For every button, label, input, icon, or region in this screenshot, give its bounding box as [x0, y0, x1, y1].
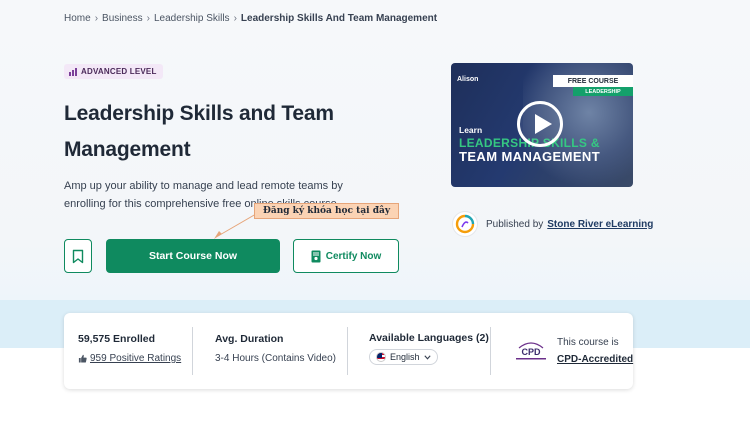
course-video-thumbnail[interactable]: Alison FREE COURSE LEADERSHIP Learn LEAD… [451, 63, 633, 187]
stat-duration: Avg. Duration 3-4 Hours (Contains Video) [215, 313, 336, 389]
cpd-logo: CPD [513, 338, 549, 364]
chevron-right-icon: › [146, 13, 150, 24]
cpd-accredited-link[interactable]: CPD-Accredited [557, 351, 633, 368]
cpd-badge-icon: CPD [516, 342, 546, 360]
level-badge: ADVANCED LEVEL [64, 64, 163, 79]
language-select[interactable]: English [369, 349, 438, 365]
stone-river-logo-icon [455, 214, 475, 234]
alison-logo: Alison [457, 76, 479, 83]
stats-divider [347, 327, 348, 375]
chevron-down-icon [423, 354, 431, 360]
publisher-link[interactable]: Stone River eLearning [547, 219, 653, 230]
language-selected: English [390, 352, 420, 362]
annotation-callout: Đăng ký khóa học tại đây [254, 203, 400, 219]
category-tag: LEADERSHIP [573, 87, 633, 96]
certify-label: Certify Now [325, 250, 382, 262]
enrolled-count: 59,575 Enrolled [78, 333, 156, 345]
breadcrumb-leadership[interactable]: Leadership Skills [154, 13, 230, 24]
thumbs-up-icon [78, 354, 87, 363]
language-select-wrap: English [369, 349, 489, 367]
breadcrumb: Home › Business › Leadership Skills › Le… [64, 13, 437, 24]
breadcrumb-business[interactable]: Business [102, 13, 143, 24]
breadcrumb-home[interactable]: Home [64, 13, 91, 24]
ratings-row: 959 Positive Ratings [78, 353, 181, 364]
chevron-right-icon: › [233, 13, 237, 24]
hero-background [0, 0, 750, 348]
stat-cpd: CPD This course is CPD-Accredited [513, 313, 633, 389]
cpd-prefix: This course is [557, 337, 619, 348]
play-icon[interactable] [517, 101, 563, 147]
publisher: Published by Stone River eLearning [452, 211, 653, 237]
certify-button[interactable]: Certify Now [293, 239, 399, 273]
certificate-icon [311, 250, 321, 262]
stats-divider [192, 327, 193, 375]
thumbnail-learn-text: Learn [459, 125, 483, 135]
duration-title: Avg. Duration [215, 333, 284, 345]
bookmark-icon [72, 249, 84, 263]
level-label: ADVANCED LEVEL [81, 67, 157, 76]
start-course-button[interactable]: Start Course Now [106, 239, 280, 273]
bookmark-button[interactable] [64, 239, 92, 273]
cpd-text: This course is CPD-Accredited [557, 334, 633, 368]
chevron-right-icon: › [94, 13, 99, 24]
uk-flag-icon [376, 352, 386, 362]
free-course-label: FREE COURSE [553, 75, 633, 87]
page-title: Leadership Skills and Team Management [64, 102, 334, 161]
cpd-logo-text: CPD [521, 347, 541, 357]
publisher-prefix: Published by [486, 218, 544, 230]
thumbnail-line-2: TEAM MANAGEMENT [459, 149, 601, 164]
level-bars-icon [69, 67, 77, 76]
course-stats-card: 59,575 Enrolled 959 Positive Ratings Avg… [64, 313, 633, 389]
positive-ratings-link[interactable]: 959 Positive Ratings [90, 353, 181, 364]
stat-languages: Available Languages (2) English [369, 313, 489, 389]
stat-enrolled: 59,575 Enrolled 959 Positive Ratings [78, 313, 181, 389]
duration-value: 3-4 Hours (Contains Video) [215, 353, 336, 364]
annotation-arrow-icon [214, 213, 257, 239]
languages-title: Available Languages (2) [369, 332, 489, 344]
publisher-logo [452, 211, 478, 237]
stats-divider [490, 327, 491, 375]
breadcrumb-current: Leadership Skills And Team Management [240, 13, 438, 24]
